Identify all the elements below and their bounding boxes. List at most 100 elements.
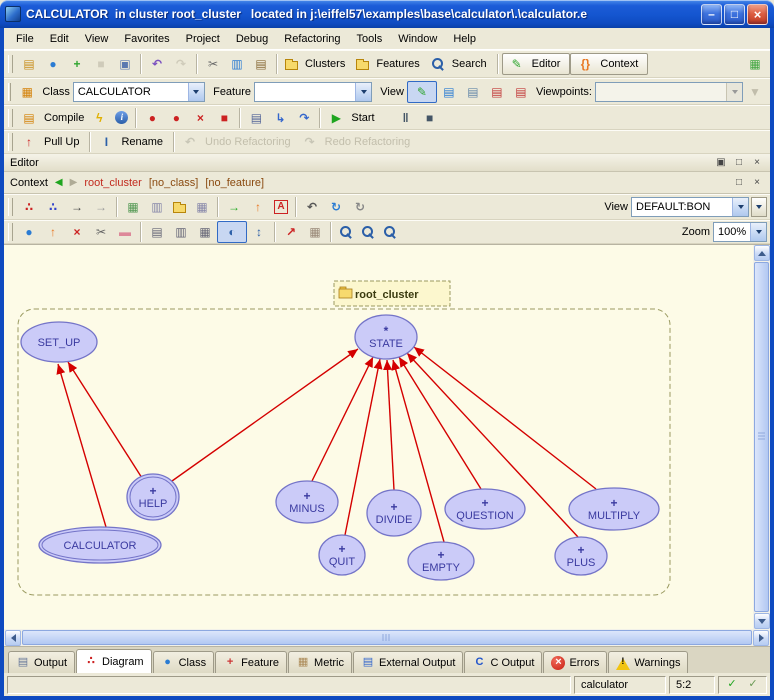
undo-refactoring-button[interactable]: ↶Undo Refactoring (178, 131, 298, 153)
redo-icon[interactable]: ↷ (169, 53, 193, 75)
diagram-view-dropdown-button[interactable] (751, 197, 767, 217)
redo-refactoring-button[interactable]: ↷Redo Refactoring (298, 131, 418, 153)
class-node-help[interactable]: +HELP (127, 474, 179, 520)
menu-item-debug[interactable]: Debug (228, 30, 276, 48)
menu-item-edit[interactable]: Edit (42, 30, 77, 48)
refresh-diagram-icon[interactable]: ↻ (348, 196, 372, 218)
flat-view-icon[interactable]: ▤ (461, 81, 485, 103)
start-button[interactable]: ▶Start (324, 107, 381, 129)
class-node-minus[interactable]: +MINUS (276, 481, 338, 523)
viewpoints-combo-arrow-button[interactable] (726, 83, 742, 101)
class-node-empty[interactable]: +EMPTY (408, 542, 474, 580)
tab-external-output[interactable]: ▤External Output (353, 651, 463, 673)
search-button[interactable]: Search (427, 53, 494, 75)
cut-icon[interactable]: ✂ (201, 53, 225, 75)
melt-icon[interactable]: ▤ (17, 107, 41, 129)
horizontal-scroll-thumb[interactable] (22, 630, 752, 645)
class-node-multiply[interactable]: +MULTIPLY (569, 488, 659, 530)
open-project-icon[interactable]: ● (41, 53, 65, 75)
relations-icon[interactable]: ↗ (279, 221, 303, 243)
diagram-view-combo[interactable]: DEFAULT:BON (631, 197, 749, 217)
zoom-fit-icon[interactable] (357, 221, 379, 243)
scroll-right-button[interactable] (753, 630, 769, 646)
vertical-scrollbar[interactable] (753, 244, 770, 629)
crop-tool-icon[interactable]: ✂ (89, 221, 113, 243)
step-into-icon[interactable]: ↳ (268, 107, 292, 129)
depth-up-icon[interactable]: ↑ (246, 196, 270, 218)
history-back-icon[interactable]: ◀ (55, 177, 63, 188)
menu-item-project[interactable]: Project (178, 30, 228, 48)
add-item-icon[interactable]: + (65, 53, 89, 75)
external-commands-icon[interactable]: ▦ (743, 53, 767, 75)
client-link-tool-icon[interactable]: → (65, 196, 89, 218)
go-arrow-icon[interactable]: → (222, 196, 246, 218)
clickable-view-icon[interactable]: ▤ (437, 81, 461, 103)
new-window-icon[interactable]: ▤ (17, 53, 41, 75)
maximize-button[interactable]: □ (724, 4, 745, 25)
debug-run-icon[interactable]: ● (140, 107, 164, 129)
pause-icon[interactable]: ‖ (394, 107, 418, 129)
inheritance-edge-divide-to-state[interactable] (387, 360, 394, 490)
class-node-plus[interactable]: +PLUS (555, 537, 607, 575)
tab-warnings[interactable]: Warnings (608, 651, 688, 673)
maximize-pane-icon[interactable]: □ (732, 156, 746, 170)
tab-class[interactable]: ●Class (153, 651, 215, 673)
tab-metric[interactable]: ▦Metric (288, 651, 352, 673)
menu-item-view[interactable]: View (77, 30, 117, 48)
save-all-icon[interactable]: ■ (89, 53, 113, 75)
menu-item-help[interactable]: Help (445, 30, 484, 48)
stop-points-icon[interactable]: ■ (212, 107, 236, 129)
debug-breakpoints-icon[interactable]: ● (164, 107, 188, 129)
minimize-button[interactable]: – (701, 4, 722, 25)
history-forward-icon[interactable]: ▶ (70, 177, 78, 188)
float-window-icon[interactable]: ▣ (714, 156, 728, 170)
menu-item-file[interactable]: File (8, 30, 42, 48)
tab-errors[interactable]: ×Errors (543, 651, 607, 673)
undo-icon[interactable]: ↶ (145, 53, 169, 75)
context-cluster-link[interactable]: root_cluster (84, 177, 141, 189)
delete-tool-icon[interactable]: × (65, 221, 89, 243)
menu-item-refactoring[interactable]: Refactoring (276, 30, 348, 48)
close-pane-icon[interactable]: × (750, 156, 764, 170)
open-folder-icon[interactable] (169, 196, 190, 218)
diagram-redo-icon[interactable]: ↻ (324, 196, 348, 218)
viewpoints-drop-icon[interactable]: ▼ (743, 81, 767, 103)
new-class-tool-icon[interactable]: ∴ (17, 196, 41, 218)
features-button[interactable]: Features (352, 53, 426, 75)
maximize-context-icon[interactable]: □ (732, 176, 746, 190)
supplier-depth-icon[interactable]: ↑ (41, 221, 65, 243)
export-image-icon[interactable]: ▦ (121, 196, 145, 218)
feature-combo-arrow-button[interactable] (355, 83, 371, 101)
info-icon[interactable]: i (111, 107, 132, 129)
layout-grid-icon[interactable]: ▥ (169, 221, 193, 243)
tab-c-output[interactable]: CC Output (464, 651, 542, 673)
window-layout-icon[interactable]: ▦ (190, 196, 214, 218)
menu-item-window[interactable]: Window (390, 30, 445, 48)
context-toggle-button[interactable]: {}Context (570, 53, 648, 75)
class-node-set_up[interactable]: SET_UP (21, 322, 97, 362)
pull-up-button[interactable]: ↑Pull Up (17, 131, 86, 153)
eraser-tool-icon[interactable]: ▬ (113, 221, 137, 243)
class-node-state[interactable]: *STATE (355, 315, 417, 359)
force-layout-button[interactable]: ◐ (217, 221, 247, 243)
freeze-icon[interactable]: ϟ (87, 107, 111, 129)
fill-tool-icon[interactable]: ● (17, 221, 41, 243)
save-icon[interactable]: ▣ (113, 53, 137, 75)
close-context-icon[interactable]: × (750, 176, 764, 190)
basic-text-view-button[interactable]: ✎ (407, 81, 437, 103)
statistics-icon[interactable]: ▦ (303, 221, 327, 243)
horizontal-scrollbar[interactable] (4, 629, 770, 646)
scroll-up-button[interactable] (754, 245, 770, 261)
viewpoints-combo[interactable] (595, 82, 743, 102)
menu-item-favorites[interactable]: Favorites (116, 30, 177, 48)
zoom-combo-arrow-button[interactable] (750, 223, 766, 241)
class-node-quit[interactable]: +QUIT (319, 535, 365, 575)
inheritance-edge-help-to-state[interactable] (172, 349, 358, 481)
inheritance-edge-help-to-set_up[interactable] (68, 362, 142, 478)
class-grid-icon[interactable]: ▦ (15, 81, 39, 103)
contract-view-icon[interactable]: ▤ (485, 81, 509, 103)
copy-icon[interactable]: ▥ (225, 53, 249, 75)
tab-diagram[interactable]: ∴Diagram (76, 649, 152, 673)
zoom-in-icon[interactable] (335, 221, 357, 243)
print-diagram-icon[interactable]: ▥ (145, 196, 169, 218)
